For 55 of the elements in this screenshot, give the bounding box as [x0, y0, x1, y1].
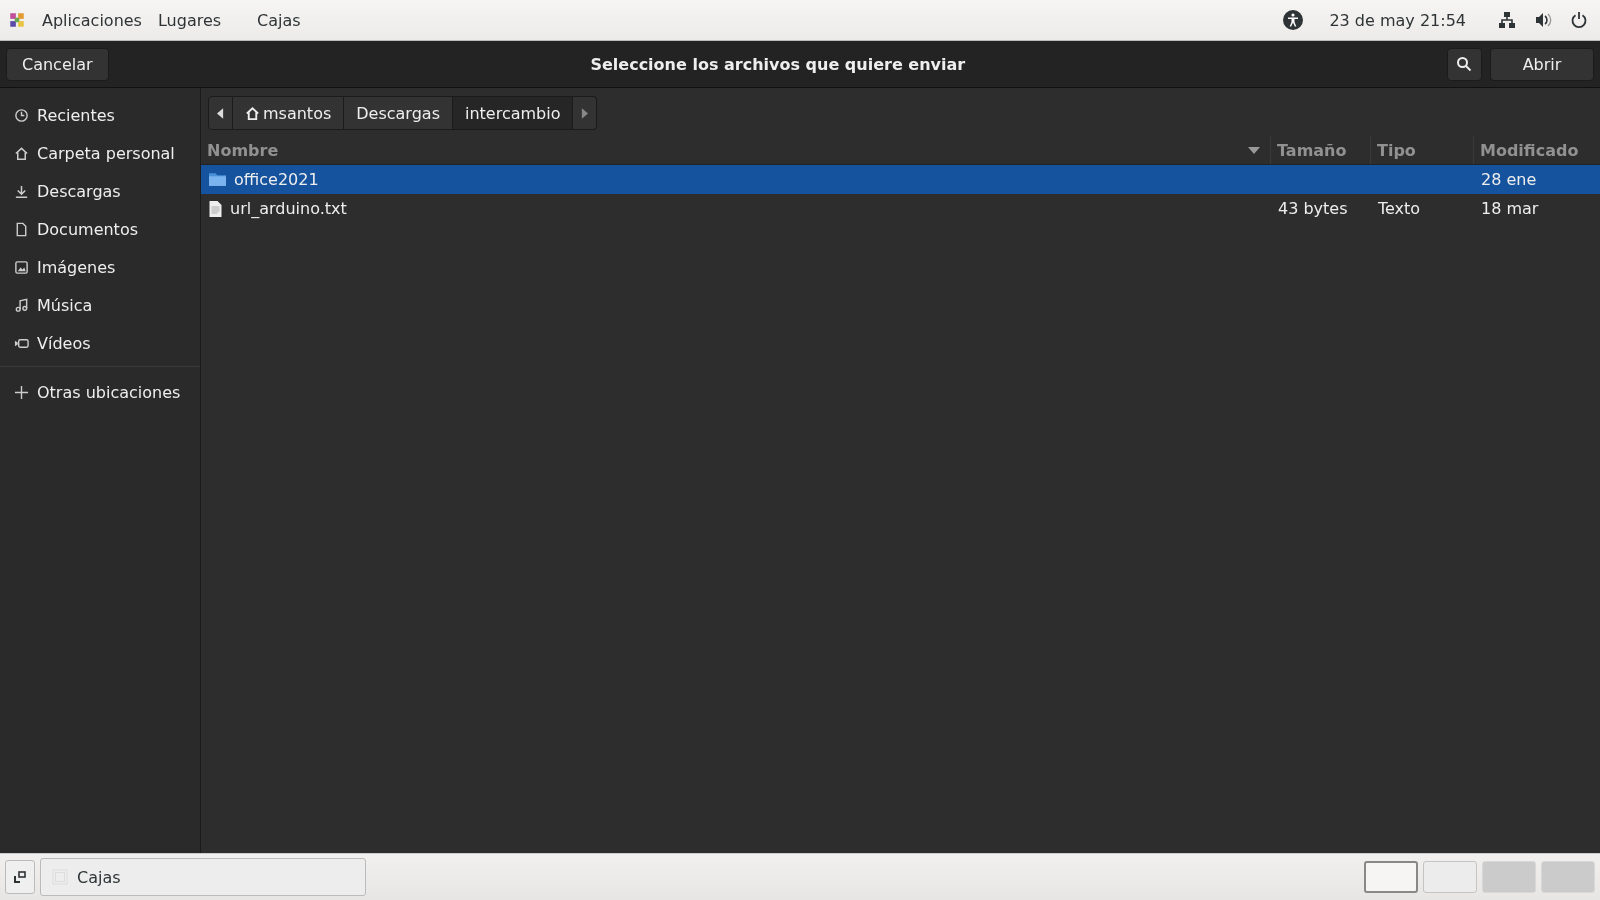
top-menu[interactable]: Lugares: [157, 10, 222, 30]
column-header[interactable]: Tipo: [1377, 140, 1416, 160]
folder-icon: [209, 172, 226, 187]
logo-icon[interactable]: [8, 11, 26, 29]
sidebar-item[interactable]: Vídeos: [0, 324, 200, 362]
file-type: Texto: [1378, 199, 1421, 218]
left-triangle-icon: [217, 107, 224, 119]
download-icon: [14, 183, 29, 199]
file-name: office2021: [234, 170, 319, 189]
sidebar-item[interactable]: Descargas: [0, 172, 200, 210]
file-name: url_arduino.txt: [230, 199, 347, 218]
file-size: 43 bytes: [1278, 199, 1348, 218]
network-icon[interactable]: [1498, 11, 1516, 29]
home-icon: [14, 145, 29, 161]
sidebar-item[interactable]: Recientes: [0, 96, 200, 134]
show-desktop-button[interactable]: [5, 860, 35, 894]
sidebar-item[interactable]: Imágenes: [0, 248, 200, 286]
file-row[interactable]: url_arduino.txt 43 bytes Texto 18 mar: [201, 194, 1600, 223]
column-header[interactable]: Tamaño: [1277, 140, 1347, 160]
search-button[interactable]: [1447, 47, 1482, 81]
back-arrow-button[interactable]: [208, 96, 233, 130]
image-icon: [14, 259, 29, 275]
plus-icon: [14, 384, 29, 400]
volume-icon[interactable]: [1534, 11, 1552, 29]
column-header[interactable]: Nombre: [207, 140, 279, 160]
cancel-button[interactable]: Cancelar: [6, 47, 109, 81]
column-header[interactable]: Modificado: [1480, 140, 1579, 160]
path-button[interactable]: Descargas: [344, 96, 453, 130]
workspace-button[interactable]: [1364, 861, 1418, 893]
file-row[interactable]: office2021 28 ene: [201, 165, 1600, 194]
other-locations-item[interactable]: Otras ubicaciones: [0, 373, 200, 411]
accessibility-icon[interactable]: [1283, 10, 1304, 30]
clock-icon: [14, 107, 29, 123]
sidebar-item[interactable]: Carpeta personal: [0, 134, 200, 172]
windows-icon: [13, 870, 27, 884]
search-icon: [1456, 56, 1473, 72]
forward-arrow-button[interactable]: [573, 96, 598, 130]
power-icon[interactable]: [1570, 11, 1588, 29]
document-icon: [14, 221, 29, 237]
path-button[interactable]: msantos: [233, 96, 345, 130]
dialog-title: Seleccione los archivos que quiere enviar: [590, 54, 966, 74]
modified-date: 28 ene: [1481, 170, 1537, 189]
music-icon: [14, 297, 29, 313]
sidebar-item[interactable]: Documentos: [0, 210, 200, 248]
open-button[interactable]: Abrir: [1490, 47, 1594, 81]
sort-arrow-icon[interactable]: [1248, 146, 1260, 154]
path-button[interactable]: intercambio: [452, 96, 574, 130]
modified-date: 18 mar: [1481, 199, 1539, 218]
text-file-icon: [209, 200, 222, 217]
clock[interactable]: 23 de may 21:54: [1329, 10, 1466, 30]
top-menu[interactable]: Cajas: [257, 10, 301, 30]
sidebar-item[interactable]: Música: [0, 286, 200, 324]
taskbar-window-button[interactable]: Cajas: [40, 858, 366, 896]
right-triangle-icon: [581, 107, 589, 119]
top-menu[interactable]: Aplicaciones: [42, 10, 142, 30]
